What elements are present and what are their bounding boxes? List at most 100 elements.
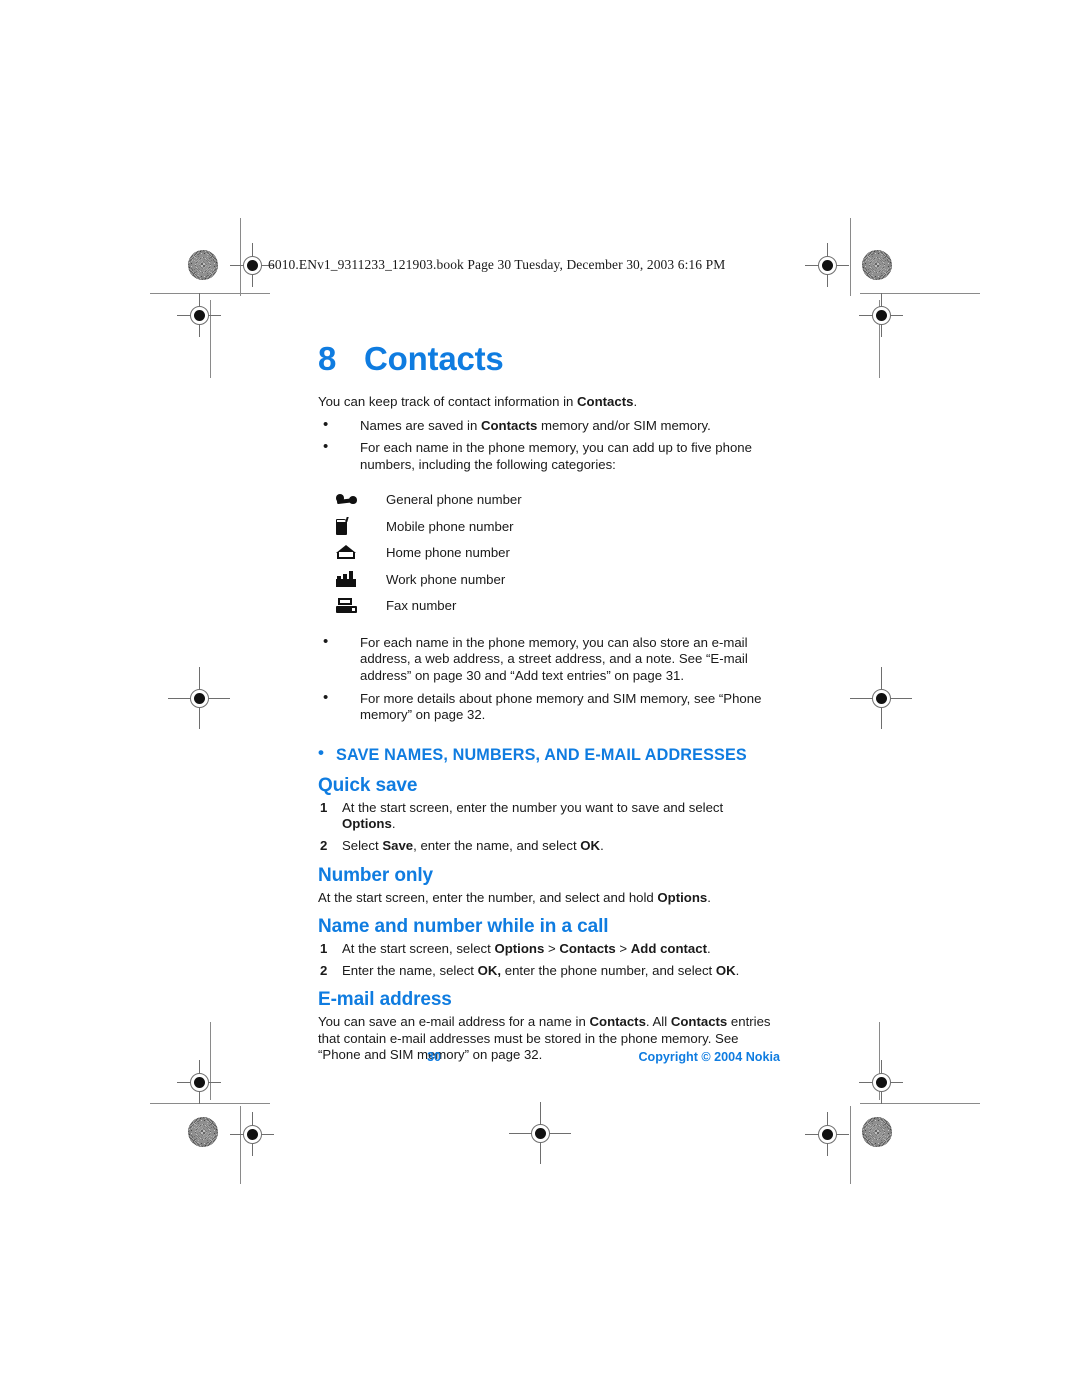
trim-line-top-right-v bbox=[850, 218, 851, 296]
plain-text: Names are saved in bbox=[360, 417, 481, 433]
emphasis-text: Options bbox=[657, 889, 708, 905]
emphasis-text: Save bbox=[382, 837, 414, 853]
emphasis-text: Contacts bbox=[559, 941, 616, 957]
list-item: For each name in the phone memory, you c… bbox=[318, 634, 780, 685]
folio-page-number: 30 bbox=[426, 1050, 441, 1064]
trim-line-top-left-v2 bbox=[210, 300, 211, 378]
trim-line-bottom-right bbox=[860, 1103, 980, 1104]
trim-line-bottom-right-v bbox=[879, 1022, 880, 1100]
intro-text-2: . bbox=[633, 394, 638, 409]
plain-text: . bbox=[600, 837, 604, 853]
list-item: For more details about phone memory and … bbox=[318, 690, 780, 724]
print-slug-line: 6010.ENv1_9311233_121903.book Page 30 Tu… bbox=[268, 257, 726, 272]
intro-bold-contacts: Contacts bbox=[577, 394, 634, 409]
emphasis-text: Contacts bbox=[670, 1014, 728, 1030]
plain-text: . bbox=[391, 816, 396, 832]
intro-text-1: You can keep track of contact informatio… bbox=[318, 394, 578, 409]
plain-text: , enter the name, and select bbox=[413, 837, 581, 853]
subheading-email-address: E-mail address bbox=[318, 989, 452, 1011]
emphasis-text: OK bbox=[580, 837, 601, 853]
registration-mark-bottom-center bbox=[509, 1102, 571, 1164]
plain-text: At the start screen, select bbox=[342, 941, 495, 957]
plain-text: Enter the name, select bbox=[342, 962, 478, 978]
plain-text: . bbox=[735, 962, 740, 978]
registration-mark-bottom-left-inner bbox=[177, 1060, 221, 1104]
emphasis-text: OK, bbox=[477, 962, 502, 978]
category-row: Mobile phone number bbox=[318, 513, 780, 540]
category-label: Home phone number bbox=[386, 545, 510, 561]
trim-line-bottom-left bbox=[150, 1103, 270, 1104]
plain-text: . All bbox=[645, 1014, 671, 1030]
home-icon bbox=[318, 545, 386, 560]
emphasis-text: Contacts bbox=[589, 1014, 646, 1030]
registration-mark-bottom-right-outer bbox=[805, 1112, 849, 1156]
registration-mark-top-right-inner bbox=[859, 293, 903, 337]
plain-text: . bbox=[707, 889, 711, 905]
emphasis-text: OK bbox=[715, 962, 736, 978]
category-row: Fax number bbox=[318, 592, 780, 619]
number-category-list: General phone number Mobile phone number H… bbox=[318, 486, 780, 619]
copyright-notice: Copyright © 2004 Nokia bbox=[638, 1050, 780, 1064]
chapter-title-text: Contacts bbox=[364, 340, 504, 377]
plain-text: > bbox=[615, 941, 631, 957]
name-number-call-steps: 1 At the start screen, select Options > C… bbox=[318, 941, 780, 979]
category-label: General phone number bbox=[386, 492, 522, 508]
step-number: 1 bbox=[320, 941, 328, 957]
chapter-number: 8 bbox=[318, 340, 337, 377]
registration-mark-top-right-outer bbox=[805, 243, 849, 287]
trim-line-top-right bbox=[860, 293, 980, 294]
rosette-mark-bottom-left bbox=[188, 1117, 218, 1147]
step-number: 2 bbox=[320, 962, 328, 978]
numbered-step: 1 At the start screen, enter the number y… bbox=[318, 800, 780, 833]
registration-mark-top-left-inner bbox=[177, 293, 221, 337]
page-title: 8 Contacts bbox=[318, 340, 780, 378]
category-row: Home phone number bbox=[318, 539, 780, 566]
rosette-mark-top-right bbox=[862, 250, 892, 280]
category-row: General phone number bbox=[318, 486, 780, 513]
plain-text: . bbox=[706, 941, 711, 957]
category-label: Mobile phone number bbox=[386, 518, 514, 534]
list-item: For each name in the phone memory, you c… bbox=[318, 439, 780, 473]
section-heading-save-names: SAVE NAMES, NUMBERS, AND E-MAIL ADDRESSE… bbox=[318, 743, 780, 765]
step-number: 2 bbox=[320, 837, 328, 853]
trim-line-top-left-v bbox=[240, 218, 241, 296]
category-label: Fax number bbox=[386, 598, 457, 614]
trim-line-top-left bbox=[150, 293, 270, 294]
plain-text: At the start screen, enter the number, a… bbox=[318, 889, 658, 905]
plain-text: You can save an e-mail address for a nam… bbox=[318, 1014, 590, 1030]
plain-text: > bbox=[544, 941, 560, 957]
page-content: 8 Contacts You can keep track of contact… bbox=[318, 340, 780, 1071]
registration-mark-bottom-right-inner bbox=[859, 1060, 903, 1104]
mobile-phone-icon bbox=[318, 517, 386, 536]
registration-mark-bottom-left-outer bbox=[230, 1112, 274, 1156]
plain-text: enter the phone number, and select bbox=[501, 962, 716, 978]
trim-line-bottom-right-v2 bbox=[850, 1106, 851, 1184]
telephone-icon bbox=[318, 493, 386, 506]
plain-text: For each name in the phone memory, you c… bbox=[360, 440, 752, 472]
rosette-mark-top-left bbox=[188, 250, 218, 280]
subheading-name-and-number-while-in-a-call: Name and number while in a call bbox=[318, 916, 609, 938]
trim-line-top-right-v2 bbox=[879, 300, 880, 378]
additional-bullet-list: For each name in the phone memory, you c… bbox=[318, 634, 780, 724]
page-footer: 30 Copyright © 2004 Nokia bbox=[318, 1050, 780, 1064]
numbered-step: 1 At the start screen, select Options > C… bbox=[318, 941, 780, 958]
list-item: Names are saved in Contacts memory and/o… bbox=[318, 417, 780, 435]
fax-icon bbox=[318, 598, 386, 614]
subheading-quick-save: Quick save bbox=[318, 774, 418, 796]
registration-mark-middle-left bbox=[168, 667, 230, 729]
plain-text: For each name in the phone memory, you c… bbox=[360, 634, 748, 683]
emphasis-text: Add contact bbox=[630, 941, 707, 957]
intro-paragraph: You can keep track of contact informatio… bbox=[318, 394, 780, 411]
numbered-step: 2 Enter the name, select OK, enter the ph… bbox=[318, 963, 780, 980]
subheading-number-only: Number only bbox=[318, 864, 434, 886]
plain-text: Select bbox=[342, 837, 383, 853]
emphasis-text: Options bbox=[494, 941, 545, 957]
registration-mark-middle-right bbox=[850, 667, 912, 729]
plain-text: memory and/or SIM memory. bbox=[537, 417, 711, 433]
numbered-step: 2 Select Save, enter the name, and select… bbox=[318, 838, 780, 855]
work-factory-icon bbox=[318, 570, 386, 587]
emphasis-text: Contacts bbox=[480, 417, 538, 433]
step-number: 1 bbox=[320, 799, 328, 815]
quick-save-steps: 1 At the start screen, enter the number y… bbox=[318, 800, 780, 855]
trim-line-bottom-left-v bbox=[210, 1022, 211, 1100]
